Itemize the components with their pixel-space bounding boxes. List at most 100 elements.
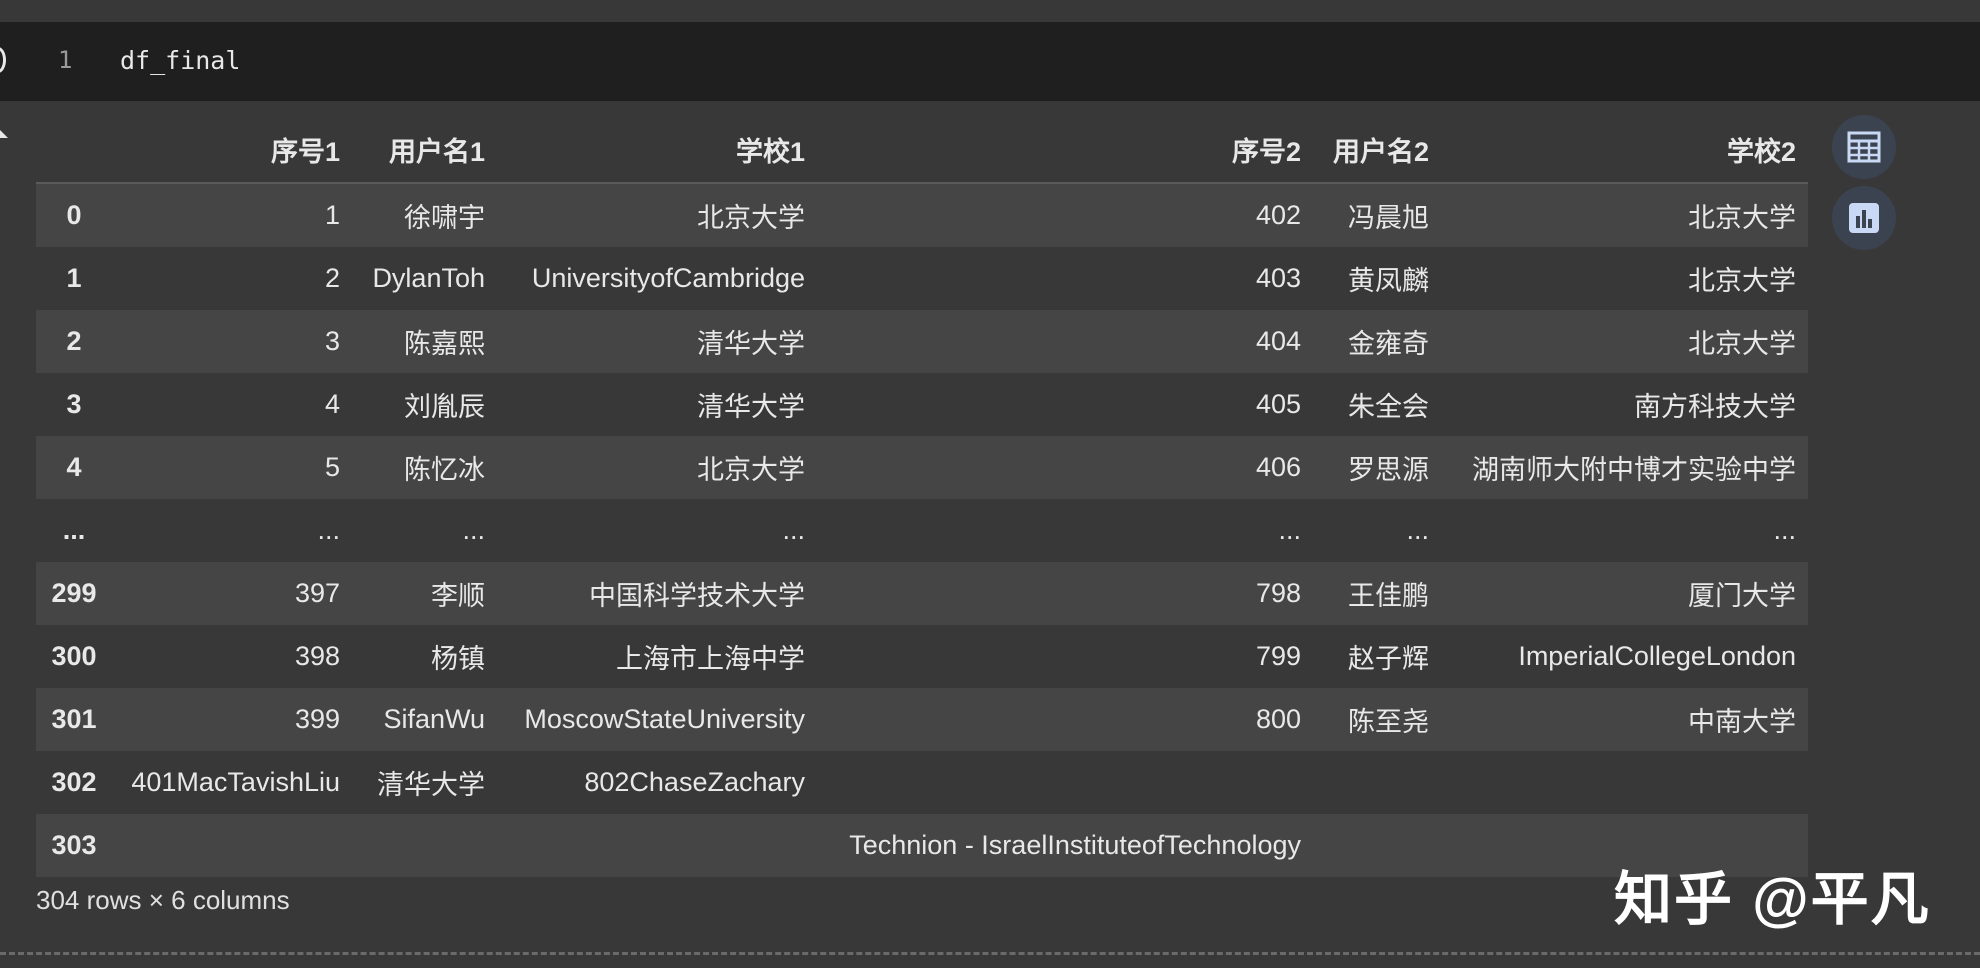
- row-index: 3: [66, 389, 82, 419]
- table-cell: 2: [324, 263, 340, 293]
- table-cell: 王佳鹏: [1348, 581, 1429, 611]
- code-cell[interactable]: 1 df_final: [0, 22, 1980, 101]
- table-cell: 徐啸宇: [404, 203, 485, 233]
- row-index: 2: [66, 326, 82, 356]
- table-cell: 南方科技大学: [1634, 392, 1796, 422]
- row-count-label: 304 rows × 6 columns: [36, 885, 290, 915]
- table-row: 302 401MacTavishLiu 清华大学 802ChaseZachary: [36, 751, 1808, 814]
- table-cell: 赵子辉: [1348, 644, 1429, 674]
- table-cell: 北京大学: [697, 455, 805, 485]
- table-cell: DylanToh: [372, 263, 485, 293]
- table-icon: [1847, 131, 1881, 163]
- table-cell: 陈忆冰: [404, 455, 485, 485]
- header-row: 序号1 用户名1 学校1 序号2 用户名2 学校2: [36, 116, 1808, 184]
- header-col: 序号2: [817, 116, 1313, 184]
- table-cell: 清华大学: [377, 770, 485, 800]
- table-row: 1 2 DylanToh UniversityofCambridge 403 黄…: [36, 247, 1808, 310]
- table-cell: 刘胤辰: [404, 392, 485, 422]
- table-cell: 上海市上海中学: [616, 644, 805, 674]
- bar-chart-icon: [1849, 203, 1879, 233]
- convert-to-interactive-table-button[interactable]: [1832, 115, 1896, 179]
- collapse-output-icon[interactable]: [0, 130, 8, 138]
- table-cell: 4: [324, 389, 340, 419]
- table-row: 4 5 陈忆冰 北京大学 406 罗思源 湖南师大附中博才实验中学: [36, 436, 1808, 499]
- header-col: 学校2: [1441, 116, 1808, 184]
- table-cell: 398: [294, 641, 340, 671]
- row-index: 299: [51, 578, 97, 608]
- table-cell: 冯晨旭: [1348, 203, 1429, 233]
- table-cell: ...: [1278, 515, 1301, 545]
- table-cell: 402: [1255, 200, 1301, 230]
- table-cell: 399: [294, 704, 340, 734]
- table-cell: 798: [1255, 578, 1301, 608]
- row-index: 4: [66, 452, 82, 482]
- table-cell: 湖南师大附中博才实验中学: [1472, 455, 1796, 485]
- row-index: 302: [51, 767, 97, 797]
- table-row: 301 399 SifanWu MoscowStateUniversity 80…: [36, 688, 1808, 751]
- table-cell: ImperialCollegeLondon: [1518, 641, 1796, 671]
- row-index: 300: [51, 641, 97, 671]
- run-indicator-icon[interactable]: [0, 47, 6, 73]
- table-cell: ...: [317, 515, 340, 545]
- table-cell: 中国科学技术大学: [589, 581, 805, 611]
- table-cell: 李顺: [431, 581, 485, 611]
- table-cell: 406: [1255, 452, 1301, 482]
- table-cell: 北京大学: [1688, 203, 1796, 233]
- table-row: 303 Technion - IsraelInstituteofTechnolo…: [36, 814, 1808, 877]
- table-cell: [1441, 751, 1808, 814]
- table-cell: 朱全会: [1348, 392, 1429, 422]
- table-cell: UniversityofCambridge: [531, 263, 805, 293]
- table-cell: [1313, 814, 1441, 877]
- header-col: 用户名2: [1313, 116, 1441, 184]
- header-index: [36, 116, 112, 184]
- table-cell: MoscowStateUniversity: [524, 704, 805, 734]
- table-cell: 中南大学: [1688, 707, 1796, 737]
- line-number: 1: [58, 46, 73, 74]
- header-col: 用户名1: [352, 116, 497, 184]
- table-cell: 401MacTavishLiu: [131, 767, 340, 797]
- dataframe-table: 序号1 用户名1 学校1 序号2 用户名2 学校2 0 1 徐啸宇 北京大学 4…: [36, 116, 1808, 877]
- table-cell: ...: [462, 515, 485, 545]
- table-cell-merged: Technion - IsraelInstituteofTechnology: [849, 830, 1301, 860]
- cell-divider: [0, 952, 1980, 955]
- table-cell: 杨镇: [431, 644, 485, 674]
- table-cell: 陈嘉熙: [404, 329, 485, 359]
- top-strip: [0, 0, 1980, 22]
- table-cell: [817, 751, 1313, 814]
- row-index: 303: [51, 830, 97, 860]
- table-cell: ...: [782, 515, 805, 545]
- table-row-ellipsis: ... ... ... ... ... ... ...: [36, 499, 1808, 562]
- table-cell: 397: [294, 578, 340, 608]
- row-index: 0: [66, 200, 82, 230]
- suggest-charts-button[interactable]: [1832, 186, 1896, 250]
- table-row: 300 398 杨镇 上海市上海中学 799 赵子辉 ImperialColle…: [36, 625, 1808, 688]
- watermark: 知乎 @平凡: [1614, 867, 1931, 932]
- table-row: 3 4 刘胤辰 清华大学 405 朱全会 南方科技大学: [36, 373, 1808, 436]
- row-index: 1: [66, 263, 82, 293]
- table-cell: ...: [1773, 515, 1796, 545]
- table-cell: 清华大学: [697, 392, 805, 422]
- table-cell: 黄凤麟: [1348, 266, 1429, 296]
- table-cell: 金雍奇: [1348, 329, 1429, 359]
- table-cell: 北京大学: [1688, 329, 1796, 359]
- table-cell: 北京大学: [697, 203, 805, 233]
- table-cell: 罗思源: [1348, 455, 1429, 485]
- code-text[interactable]: df_final: [120, 46, 240, 75]
- table-cell: ...: [1406, 515, 1429, 545]
- row-index: ...: [62, 515, 86, 545]
- table-cell: 清华大学: [697, 329, 805, 359]
- table-cell: 1: [324, 200, 340, 230]
- table-cell: 405: [1255, 389, 1301, 419]
- header-col: 序号1: [112, 116, 352, 184]
- table-cell: [1313, 751, 1441, 814]
- table-cell: 799: [1255, 641, 1301, 671]
- table-row: 0 1 徐啸宇 北京大学 402 冯晨旭 北京大学: [36, 183, 1808, 247]
- row-index: 301: [51, 704, 97, 734]
- table-cell: 北京大学: [1688, 266, 1796, 296]
- table-cell: 3: [324, 326, 340, 356]
- header-col: 学校1: [497, 116, 817, 184]
- table-row: 299 397 李顺 中国科学技术大学 798 王佳鹏 厦门大学: [36, 562, 1808, 625]
- table-cell: 陈至尧: [1348, 707, 1429, 737]
- table-cell: 800: [1255, 704, 1301, 734]
- table-cell: 404: [1255, 326, 1301, 356]
